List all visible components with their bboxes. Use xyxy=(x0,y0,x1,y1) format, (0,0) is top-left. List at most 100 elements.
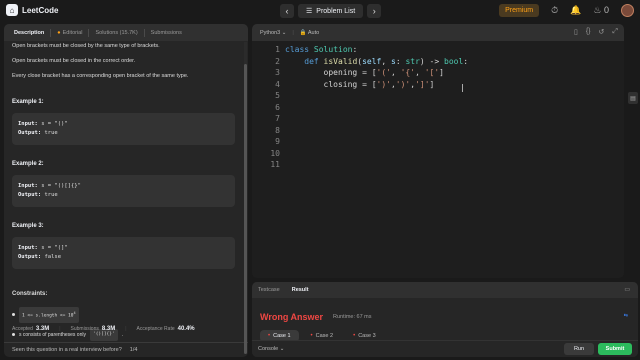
avatar[interactable] xyxy=(621,4,634,17)
language-select[interactable]: Python3 ⌄ xyxy=(260,30,286,36)
console-toggle[interactable]: Console ⌄ xyxy=(258,346,284,352)
input-label: Input: xyxy=(18,183,38,189)
premium-button[interactable]: Premium xyxy=(499,4,540,17)
details-icon[interactable]: ⇆ xyxy=(624,313,628,319)
collapse-icon[interactable]: ▭ xyxy=(624,286,630,293)
description-tabs: Description ● Editorial Solutions (15.7K)… xyxy=(4,24,248,41)
input-label: Input: xyxy=(18,121,38,127)
example-output: false xyxy=(44,254,62,260)
line-numbers: 1 2 3 4 5 6 7 8 9 10 11 xyxy=(252,42,280,171)
line-number: 10 xyxy=(270,148,280,158)
bullet-icon xyxy=(12,333,15,336)
constraint-item: 1 <= s.length <= 104 xyxy=(12,307,240,323)
line-number: 4 xyxy=(275,79,280,89)
stat-value: 40.4% xyxy=(177,326,195,332)
tab-description-label: Description xyxy=(14,29,45,36)
description-line: Every close bracket has a corresponding … xyxy=(12,73,189,79)
case-label: Case 2 xyxy=(315,333,334,339)
top-navbar: ⌂ LeetCode ‹ ☰ Problem List › Premium ⏱ … xyxy=(0,0,640,22)
braces-icon[interactable]: {} xyxy=(586,28,591,36)
scrollbar-thumb[interactable] xyxy=(244,64,247,354)
example-input: s = "(]" xyxy=(41,245,68,251)
next-problem-button[interactable]: › xyxy=(367,4,382,18)
constraint-text: 1 <= s.length <= 10 xyxy=(22,313,74,319)
streak-count: 0 xyxy=(603,5,609,15)
tab-editorial[interactable]: ● Editorial xyxy=(51,24,88,41)
problem-list-button[interactable]: ☰ Problem List xyxy=(298,4,364,18)
interview-feedback[interactable]: Seen this question in a real interview b… xyxy=(4,342,248,357)
line-number: 7 xyxy=(275,114,280,123)
autocomplete-toggle[interactable]: 🔒 Auto xyxy=(300,30,319,36)
tab-solutions-label: Solutions (15.7K) xyxy=(95,29,138,36)
example-input: s = "()" xyxy=(41,121,68,127)
logo-text: LeetCode xyxy=(22,5,59,15)
stat-acceptance-rate: Acceptance Rate 40.4% xyxy=(137,326,195,332)
example-box: Input: s = "()" Output: true xyxy=(12,113,235,145)
line-number: 1 xyxy=(275,45,280,54)
example-title: Example 3: xyxy=(12,223,44,229)
tab-testcase[interactable]: Testcase xyxy=(258,287,280,293)
tab-description[interactable]: Description xyxy=(8,24,50,41)
stat-label: Acceptance Rate xyxy=(136,326,175,332)
lock-icon: ● xyxy=(57,29,61,36)
code-area[interactable]: class Solution: def isValid(self, s: str… xyxy=(285,42,468,90)
submit-button[interactable]: Submit xyxy=(598,343,632,355)
example-box: Input: s = "(]" Output: false xyxy=(12,237,235,269)
line-number: 8 xyxy=(275,125,280,135)
seen-text: Seen this question in a real interview b… xyxy=(12,347,122,353)
editor-actions: ▯ {} ↺ ⤢ xyxy=(574,28,618,36)
bookmark-icon[interactable]: ▯ xyxy=(574,28,578,36)
chevron-down-icon: ⌄ xyxy=(281,29,287,36)
case-label: Case 1 xyxy=(273,333,291,339)
run-button[interactable]: Run xyxy=(564,343,594,355)
leetcode-logo[interactable]: ⌂ LeetCode xyxy=(6,4,58,16)
text-cursor xyxy=(462,84,463,92)
timer-icon[interactable]: ⏱ xyxy=(551,5,558,16)
stat-accepted: Accepted 3.3M xyxy=(12,326,49,332)
problem-description: Open brackets must be closed by the same… xyxy=(4,41,248,341)
fail-dot-icon: • xyxy=(268,333,271,339)
lock-icon: 🔒 xyxy=(299,29,307,36)
expand-icon[interactable]: ⤢ xyxy=(612,28,618,36)
fail-dot-icon: • xyxy=(353,333,356,339)
code-line: opening = ['(', '{', '['] xyxy=(285,68,444,77)
prev-problem-button[interactable]: ‹ xyxy=(280,4,294,18)
fire-icon: ♨ xyxy=(593,5,602,15)
seen-count: 1/4 xyxy=(129,347,138,353)
line-number: 11 xyxy=(270,160,280,169)
stat-value: 3.3M xyxy=(35,326,50,332)
line-number: 6 xyxy=(275,102,280,112)
runtime-text: Runtime: 67 ms xyxy=(333,314,372,320)
list-icon: ☰ xyxy=(306,8,313,15)
example-input: s = "()[]{}" xyxy=(41,183,81,189)
tab-solutions[interactable]: Solutions (15.7K) xyxy=(89,24,143,41)
stat-value: 8.3M xyxy=(101,326,116,332)
description-panel: Description ● Editorial Solutions (15.7K)… xyxy=(4,24,248,357)
result-tabs: Testcase Result xyxy=(252,282,638,298)
notification-icon[interactable]: 🔔 xyxy=(570,5,581,16)
tab-result[interactable]: Result xyxy=(292,287,309,293)
line-number: 5 xyxy=(275,91,280,100)
fail-dot-icon: • xyxy=(310,333,313,339)
logo-icon: ⌂ xyxy=(6,4,18,16)
input-label: Input: xyxy=(18,245,38,251)
constraints-title: Constraints: xyxy=(12,291,48,297)
streak-counter[interactable]: ♨ 0 xyxy=(593,5,609,16)
code-line: closing = [')',')',']'] xyxy=(285,79,435,89)
tab-submissions[interactable]: Submissions xyxy=(145,24,188,41)
reset-icon[interactable]: ↺ xyxy=(599,28,605,36)
example-output: true xyxy=(44,130,58,136)
stat-submissions: Submissions 8.3M xyxy=(71,326,116,332)
problem-stats: Accepted 3.3M | Submissions 8.3M | Accepta… xyxy=(12,326,195,332)
tab-submissions-label: Submissions xyxy=(150,29,182,36)
console-bar: Console ⌄ Run Submit xyxy=(252,340,638,357)
line-number: 9 xyxy=(275,137,280,146)
case-label: Case 3 xyxy=(358,333,376,339)
example-output: true xyxy=(44,192,58,198)
console-label: Console xyxy=(258,346,279,352)
description-line: Open brackets must be closed in the corr… xyxy=(12,58,136,64)
line-number: 2 xyxy=(275,56,280,66)
code-line: class Solution: xyxy=(285,45,358,54)
note-icon[interactable]: ▤ xyxy=(628,92,638,104)
chevron-down-icon: ⌄ xyxy=(279,346,285,352)
